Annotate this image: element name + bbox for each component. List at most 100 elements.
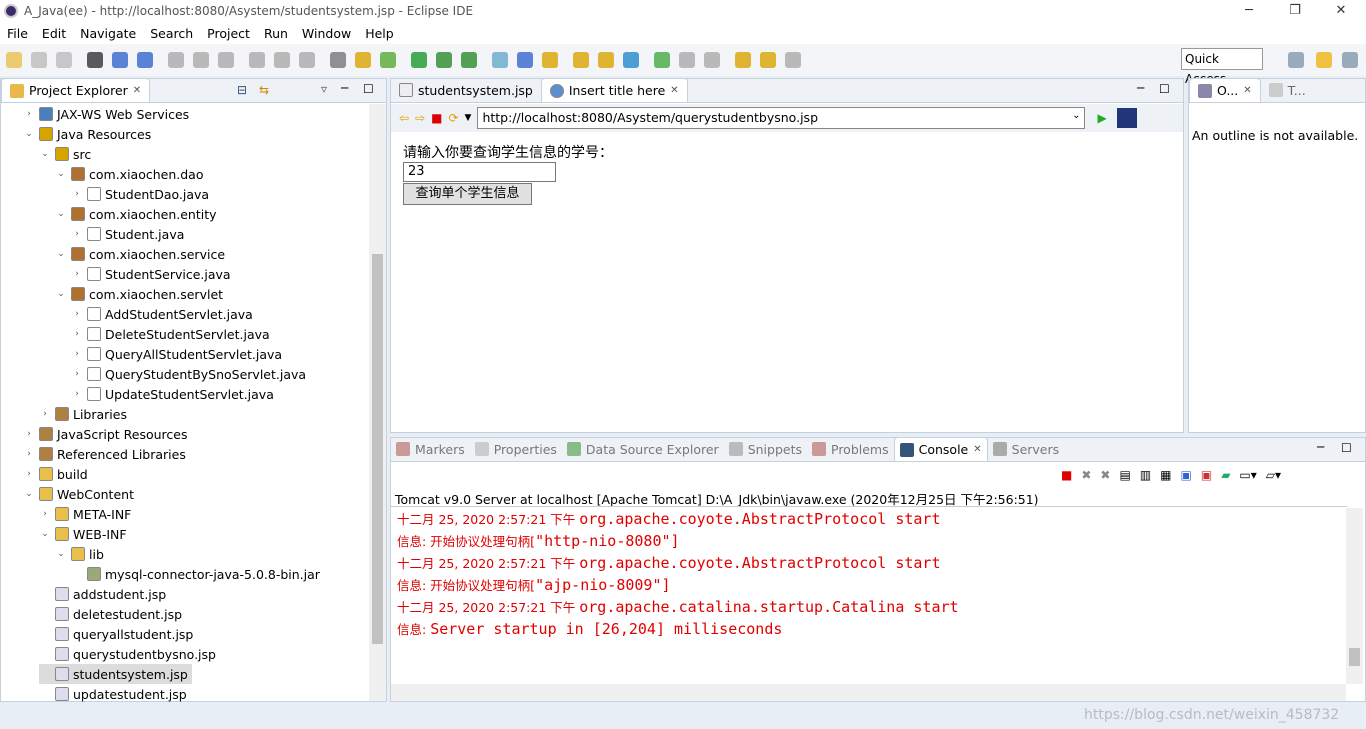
- toolbar-button-icon[interactable]: [735, 52, 751, 68]
- console-vscroll[interactable]: [1346, 508, 1363, 684]
- maximize-editor-icon[interactable]: ☐: [1159, 82, 1170, 96]
- collapse-icon[interactable]: ⌄: [55, 209, 67, 219]
- toolbar-button-icon[interactable]: [31, 52, 47, 68]
- toolbar-button-icon[interactable]: [436, 52, 452, 68]
- tree-item[interactable]: ⌄ com.xiaochen.servlet: [55, 284, 223, 304]
- collapse-icon[interactable]: ⌄: [23, 129, 35, 139]
- minimize-editor-icon[interactable]: ─: [1137, 81, 1144, 95]
- tree-item[interactable]: › DeleteStudentServlet.java: [71, 324, 269, 344]
- expand-icon[interactable]: ›: [23, 469, 35, 479]
- toolbar-button-icon[interactable]: [623, 52, 639, 68]
- toolbar-button-icon[interactable]: [168, 52, 184, 68]
- pin-console-icon[interactable]: ▰: [1221, 468, 1230, 482]
- expand-icon[interactable]: ›: [71, 189, 83, 199]
- view-menu-icon[interactable]: ▿: [321, 82, 327, 96]
- chevron-down-icon[interactable]: ⌄: [1072, 110, 1080, 121]
- tree-item[interactable]: › Libraries: [39, 404, 127, 424]
- toolbar-button-icon[interactable]: [679, 52, 695, 68]
- collapse-icon[interactable]: ⌄: [55, 249, 67, 259]
- expand-icon[interactable]: ›: [71, 389, 83, 399]
- toolbar-button-icon[interactable]: [87, 52, 103, 68]
- maximize-view-icon[interactable]: ☐: [1341, 441, 1352, 455]
- toolbar-button-icon[interactable]: [6, 52, 22, 68]
- toolbar-button-icon[interactable]: [517, 52, 533, 68]
- tree-item[interactable]: › StudentService.java: [71, 264, 230, 284]
- toolbar-button-icon[interactable]: [218, 52, 234, 68]
- expand-icon[interactable]: ›: [39, 509, 51, 519]
- word-wrap-icon[interactable]: ▦: [1160, 468, 1171, 482]
- dropdown-icon[interactable]: ▼: [465, 113, 472, 123]
- tree-item[interactable]: ⌄ WebContent: [23, 484, 134, 504]
- close-icon[interactable]: ✕: [1243, 85, 1251, 96]
- terminate-icon[interactable]: ■: [1061, 468, 1072, 482]
- tab-problems[interactable]: Problems: [807, 437, 894, 461]
- toolbar-button-icon[interactable]: [573, 52, 589, 68]
- java-ee-perspective-icon[interactable]: [1316, 52, 1332, 68]
- forward-icon[interactable]: ⇨: [415, 111, 425, 125]
- expand-icon[interactable]: ›: [23, 109, 35, 119]
- tree-item[interactable]: queryallstudent.jsp: [39, 624, 193, 644]
- editor-tab[interactable]: studentsystem.jsp: [391, 78, 541, 102]
- tab-task-list[interactable]: T...: [1261, 78, 1314, 102]
- toolbar-button-icon[interactable]: [355, 52, 371, 68]
- tree-item[interactable]: › QueryAllStudentServlet.java: [71, 344, 282, 364]
- show-on-stdout-icon[interactable]: ▣: [1181, 468, 1192, 482]
- toolbar-button-icon[interactable]: [411, 52, 427, 68]
- display-console-icon[interactable]: ▭▾: [1239, 468, 1256, 482]
- tree-item[interactable]: mysql-connector-java-5.0.8-bin.jar: [71, 564, 320, 584]
- tree-item[interactable]: › META-INF: [39, 504, 131, 524]
- refresh-icon[interactable]: ⟳: [448, 111, 458, 125]
- tree-scrollbar[interactable]: [369, 104, 386, 701]
- quick-access-input[interactable]: Quick Access: [1181, 48, 1263, 86]
- debug-perspective-icon[interactable]: [1342, 52, 1358, 68]
- tab-properties[interactable]: Properties: [470, 437, 562, 461]
- expand-icon[interactable]: ›: [71, 329, 83, 339]
- collapse-icon[interactable]: ⌄: [55, 549, 67, 559]
- menu-window[interactable]: Window: [295, 26, 358, 41]
- tab-outline[interactable]: O... ✕: [1189, 78, 1261, 102]
- minimize-view-icon[interactable]: ─: [1317, 440, 1324, 454]
- tree-item[interactable]: ⌄ src: [39, 144, 91, 164]
- query-student-button[interactable]: 查询单个学生信息: [403, 183, 532, 205]
- toolbar-button-icon[interactable]: [56, 52, 72, 68]
- perspective-open-icon[interactable]: [1288, 52, 1304, 68]
- toolbar-button-icon[interactable]: [112, 52, 128, 68]
- console-hscroll[interactable]: [391, 684, 1346, 701]
- toolbar-button-icon[interactable]: [492, 52, 508, 68]
- tree-item[interactable]: › QueryStudentBySnoServlet.java: [71, 364, 306, 384]
- menu-file[interactable]: File: [0, 26, 35, 41]
- back-icon[interactable]: ⇦: [399, 111, 409, 125]
- expand-icon[interactable]: ›: [71, 349, 83, 359]
- remove-all-icon[interactable]: ✖: [1100, 468, 1110, 482]
- tab-servers[interactable]: Servers: [988, 437, 1065, 461]
- close-icon[interactable]: ✕: [133, 85, 141, 96]
- collapse-icon[interactable]: ⌄: [55, 289, 67, 299]
- expand-icon[interactable]: ›: [23, 429, 35, 439]
- toolbar-button-icon[interactable]: [654, 52, 670, 68]
- menu-navigate[interactable]: Navigate: [73, 26, 143, 41]
- tree-item[interactable]: addstudent.jsp: [39, 584, 166, 604]
- tree-item[interactable]: › JAX-WS Web Services: [23, 104, 189, 124]
- toolbar-button-icon[interactable]: [598, 52, 614, 68]
- minimize-view-icon[interactable]: ─: [341, 81, 348, 95]
- menu-edit[interactable]: Edit: [35, 26, 73, 41]
- tree-item[interactable]: ⌄ com.xiaochen.dao: [55, 164, 203, 184]
- tree-item[interactable]: deletestudent.jsp: [39, 604, 182, 624]
- tree-item[interactable]: querystudentbysno.jsp: [39, 644, 216, 664]
- tree-item[interactable]: › AddStudentServlet.java: [71, 304, 253, 324]
- tree-item[interactable]: › UpdateStudentServlet.java: [71, 384, 274, 404]
- editor-tab[interactable]: Insert title here ✕: [540, 78, 688, 102]
- close-icon[interactable]: ✕: [670, 85, 678, 96]
- toolbar-button-icon[interactable]: [299, 52, 315, 68]
- tree-item[interactable]: › StudentDao.java: [71, 184, 209, 204]
- toolbar-button-icon[interactable]: [542, 52, 558, 68]
- collapse-all-icon[interactable]: ⊟: [237, 83, 247, 97]
- link-with-editor-icon[interactable]: ⇆: [259, 83, 269, 97]
- tab-data-source-explorer[interactable]: Data Source Explorer: [562, 437, 724, 461]
- tree-item[interactable]: ⌄ Java Resources: [23, 124, 151, 144]
- toolbar-button-icon[interactable]: [785, 52, 801, 68]
- scroll-lock-icon[interactable]: ▥: [1140, 468, 1151, 482]
- close-window-button[interactable]: ✕: [1318, 0, 1364, 22]
- go-icon[interactable]: ▶: [1097, 111, 1106, 125]
- menu-search[interactable]: Search: [143, 26, 200, 41]
